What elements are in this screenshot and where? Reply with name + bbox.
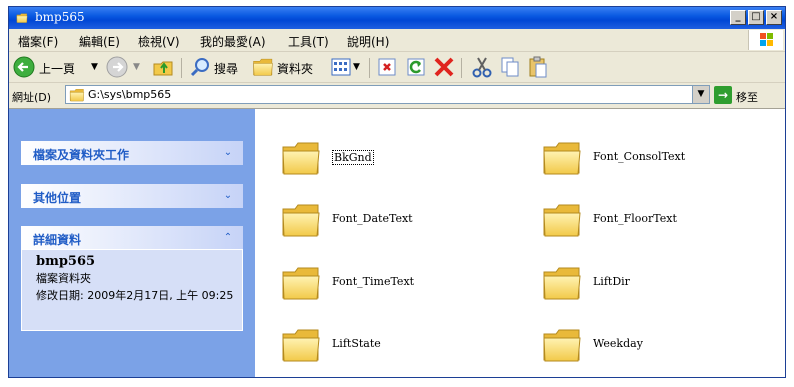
content-area: 檔案及資料夾工作 ⌄ 其他位置 ⌄ 詳細資料 ⌃ bmp565 檔案資料夾 修改… <box>9 108 785 377</box>
panel-title: 檔案及資料夾工作 <box>33 148 130 162</box>
address-label: 網址(D) <box>12 91 52 104</box>
folder-item[interactable]: LiftState <box>280 324 520 368</box>
up-folder-icon[interactable] <box>152 56 174 78</box>
folder-name: Font_ConsolText <box>593 150 686 163</box>
folders-button-label[interactable]: 資料夾 <box>277 60 313 77</box>
chevron-up-icon[interactable]: ⌃ <box>221 231 235 245</box>
folder-icon <box>14 12 30 24</box>
folder-name: Font_FloorText <box>593 212 677 225</box>
folders-icon[interactable] <box>252 56 274 78</box>
panel-title: 其他位置 <box>33 191 82 205</box>
title-bar[interactable]: bmp565 _ □ × <box>9 7 785 29</box>
folder-icon <box>280 137 322 179</box>
address-input[interactable]: G:\sys\bmp565 ▼ <box>65 85 710 104</box>
toolbar: 上一頁 ▼ ▼ 搜尋 資料夾 ▼ <box>9 52 785 83</box>
folder-icon <box>541 199 583 241</box>
folder-item[interactable]: Font_FloorText <box>541 199 781 243</box>
folder-name: Weekday <box>593 337 643 350</box>
move-to-icon[interactable] <box>377 57 397 77</box>
address-path: G:\sys\bmp565 <box>88 88 172 101</box>
folder-icon <box>280 324 322 366</box>
task-pane: 檔案及資料夾工作 ⌄ 其他位置 ⌄ 詳細資料 ⌃ bmp565 檔案資料夾 修改… <box>9 109 255 377</box>
folder-item[interactable]: Font_ConsolText <box>541 137 781 181</box>
back-button-label[interactable]: 上一頁 <box>39 60 75 77</box>
details-modified: 修改日期: 2009年2月17日, 上午 09:25 <box>36 289 234 302</box>
go-arrow-icon[interactable]: → <box>714 86 732 104</box>
folder-icon <box>541 137 583 179</box>
toolbar-separator <box>369 58 370 78</box>
folder-icon <box>541 262 583 304</box>
folder-item[interactable]: Weekday <box>541 324 781 368</box>
windows-logo-icon <box>748 30 783 50</box>
address-bar: 網址(D) G:\sys\bmp565 ▼ → 移至 <box>9 83 785 107</box>
folder-name: Font_TimeText <box>332 275 415 288</box>
folder-item[interactable]: LiftDir <box>541 262 781 306</box>
cut-icon[interactable] <box>471 56 493 78</box>
details-name: bmp565 <box>36 254 96 269</box>
explorer-window: bmp565 _ □ × 檔案(F) 編輯(E) 檢視(V) 我的最愛(A) 工… <box>8 6 786 378</box>
menu-tools[interactable]: 工具(T) <box>288 33 329 50</box>
folder-item[interactable]: Font_DateText <box>280 199 520 243</box>
chevron-down-icon[interactable]: ⌄ <box>221 189 235 203</box>
menu-bar: 檔案(F) 編輯(E) 檢視(V) 我的最愛(A) 工具(T) 說明(H) <box>9 29 785 52</box>
close-button[interactable]: × <box>766 10 782 25</box>
details-body: bmp565 檔案資料夾 修改日期: 2009年2月17日, 上午 09:25 <box>21 249 243 331</box>
forward-dropdown-icon[interactable]: ▼ <box>133 62 140 72</box>
panel-title: 詳細資料 <box>33 233 82 247</box>
address-dropdown-button[interactable]: ▼ <box>692 86 709 103</box>
folder-name: LiftDir <box>593 275 630 288</box>
forward-arrow-icon[interactable] <box>106 56 128 78</box>
details-type: 檔案資料夾 <box>36 272 91 285</box>
window-controls: _ □ × <box>730 10 782 25</box>
delete-icon[interactable] <box>433 56 455 78</box>
folder-name: BkGnd <box>332 150 374 165</box>
copy-to-icon[interactable] <box>406 57 426 77</box>
menu-help[interactable]: 說明(H) <box>347 33 389 50</box>
toolbar-separator <box>461 58 462 78</box>
views-dropdown-icon[interactable]: ▼ <box>353 62 360 72</box>
search-button-label[interactable]: 搜尋 <box>214 60 238 77</box>
minimize-button[interactable]: _ <box>730 10 746 25</box>
panel-details[interactable]: 詳細資料 ⌃ <box>21 226 243 250</box>
folder-icon <box>541 324 583 366</box>
search-icon[interactable] <box>189 56 211 78</box>
folder-name: LiftState <box>332 337 381 350</box>
back-arrow-icon[interactable] <box>13 56 35 78</box>
folder-item[interactable]: Font_TimeText <box>280 262 520 306</box>
folder-item[interactable]: BkGnd <box>280 137 520 181</box>
folder-name: Font_DateText <box>332 212 413 225</box>
window-title: bmp565 <box>35 10 85 24</box>
folder-icon <box>280 262 322 304</box>
go-button-label[interactable]: 移至 <box>736 89 758 105</box>
copy-icon[interactable] <box>499 56 521 78</box>
paste-icon[interactable] <box>527 56 549 78</box>
panel-file-tasks[interactable]: 檔案及資料夾工作 ⌄ <box>21 141 243 165</box>
file-list: BkGnd Font_ConsolText Font_DateText Font… <box>255 109 785 377</box>
menu-favorites[interactable]: 我的最愛(A) <box>200 33 266 50</box>
menu-edit[interactable]: 編輯(E) <box>79 33 120 50</box>
chevron-down-icon[interactable]: ⌄ <box>221 146 235 160</box>
maximize-button[interactable]: □ <box>748 10 764 25</box>
menu-file[interactable]: 檔案(F) <box>18 33 58 50</box>
panel-other-places[interactable]: 其他位置 ⌄ <box>21 184 243 208</box>
back-dropdown-icon[interactable]: ▼ <box>91 62 98 72</box>
folder-icon <box>280 199 322 241</box>
menu-view[interactable]: 檢視(V) <box>138 33 180 50</box>
folder-icon <box>69 87 85 103</box>
toolbar-separator <box>181 58 182 78</box>
views-icon[interactable] <box>331 58 351 76</box>
